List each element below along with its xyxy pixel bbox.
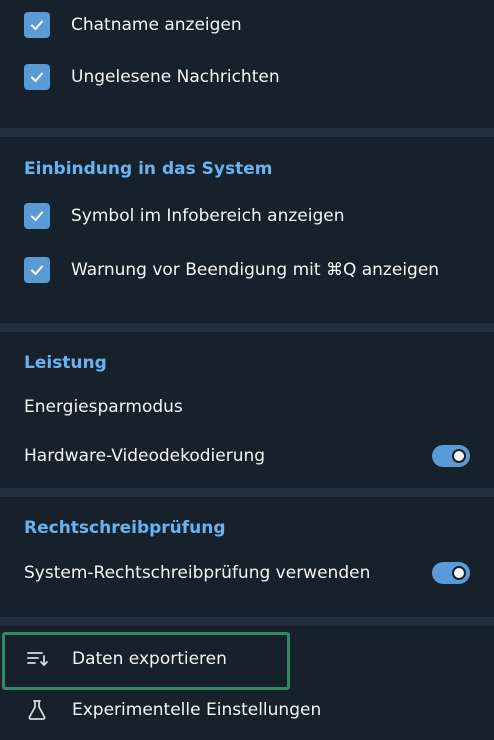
section-heading: Rechtschreibprüfung xyxy=(24,518,226,538)
system-spellcheck-label: System-Rechtschreibprüfung verwenden xyxy=(24,562,371,583)
section-separator xyxy=(0,488,494,497)
unread-messages-label: Ungelesene Nachrichten xyxy=(71,67,280,87)
show-chat-name-checkbox-row[interactable]: Chatname anzeigen xyxy=(0,0,494,50)
checkbox-checked-icon[interactable] xyxy=(24,64,50,90)
flask-icon xyxy=(24,697,50,723)
settings-panel: Chatname anzeigen Ungelesene Nachrichten… xyxy=(0,0,494,740)
quit-warning-label: Warnung vor Beendigung mit ⌘Q anzeigen xyxy=(71,260,440,280)
export-data-button[interactable]: Daten exportieren xyxy=(0,634,494,684)
section-separator xyxy=(0,323,494,332)
power-saving-row[interactable]: Energiesparmodus xyxy=(0,383,494,431)
hardware-decoding-row[interactable]: Hardware-Videodekodierung xyxy=(0,431,494,480)
chat-list-section: Chatname anzeigen Ungelesene Nachrichten xyxy=(0,0,494,128)
quit-warning-checkbox-row[interactable]: Warnung vor Beendigung mit ⌘Q anzeigen xyxy=(0,243,494,297)
export-data-label: Daten exportieren xyxy=(72,649,227,669)
hardware-decoding-label: Hardware-Videodekodierung xyxy=(24,445,266,466)
experimental-settings-label: Experimentelle Einstellungen xyxy=(72,700,322,720)
export-icon xyxy=(24,646,50,672)
show-chat-name-label: Chatname anzeigen xyxy=(71,15,242,35)
section-heading: Einbindung in das System xyxy=(24,159,273,179)
system-spellcheck-row[interactable]: System-Rechtschreibprüfung verwenden xyxy=(0,548,494,597)
toggle-knob xyxy=(450,446,468,465)
power-saving-label: Energiesparmodus xyxy=(24,397,183,417)
system-integration-section: Einbindung in das System Symbol im Infob… xyxy=(0,137,494,323)
performance-section: Leistung Energiesparmodus Hardware-Video… xyxy=(0,332,494,488)
checkbox-checked-icon[interactable] xyxy=(24,12,50,38)
section-separator xyxy=(0,128,494,137)
section-heading: Leistung xyxy=(24,353,107,373)
actions-section: Daten exportieren Experimentelle Einstel… xyxy=(0,626,494,736)
toggle-knob xyxy=(450,563,468,582)
tray-icon-label: Symbol im Infobereich anzeigen xyxy=(71,206,345,226)
system-spellcheck-toggle[interactable] xyxy=(432,561,470,584)
spellcheck-section: Rechtschreibprüfung System-Rechtschreibp… xyxy=(0,497,494,617)
checkbox-checked-icon[interactable] xyxy=(24,257,50,283)
unread-messages-checkbox-row[interactable]: Ungelesene Nachrichten xyxy=(0,50,494,104)
section-separator xyxy=(0,617,494,626)
checkbox-checked-icon[interactable] xyxy=(24,203,50,229)
tray-icon-checkbox-row[interactable]: Symbol im Infobereich anzeigen xyxy=(0,189,494,243)
hardware-decoding-toggle[interactable] xyxy=(432,444,470,467)
experimental-settings-button[interactable]: Experimentelle Einstellungen xyxy=(0,684,494,736)
